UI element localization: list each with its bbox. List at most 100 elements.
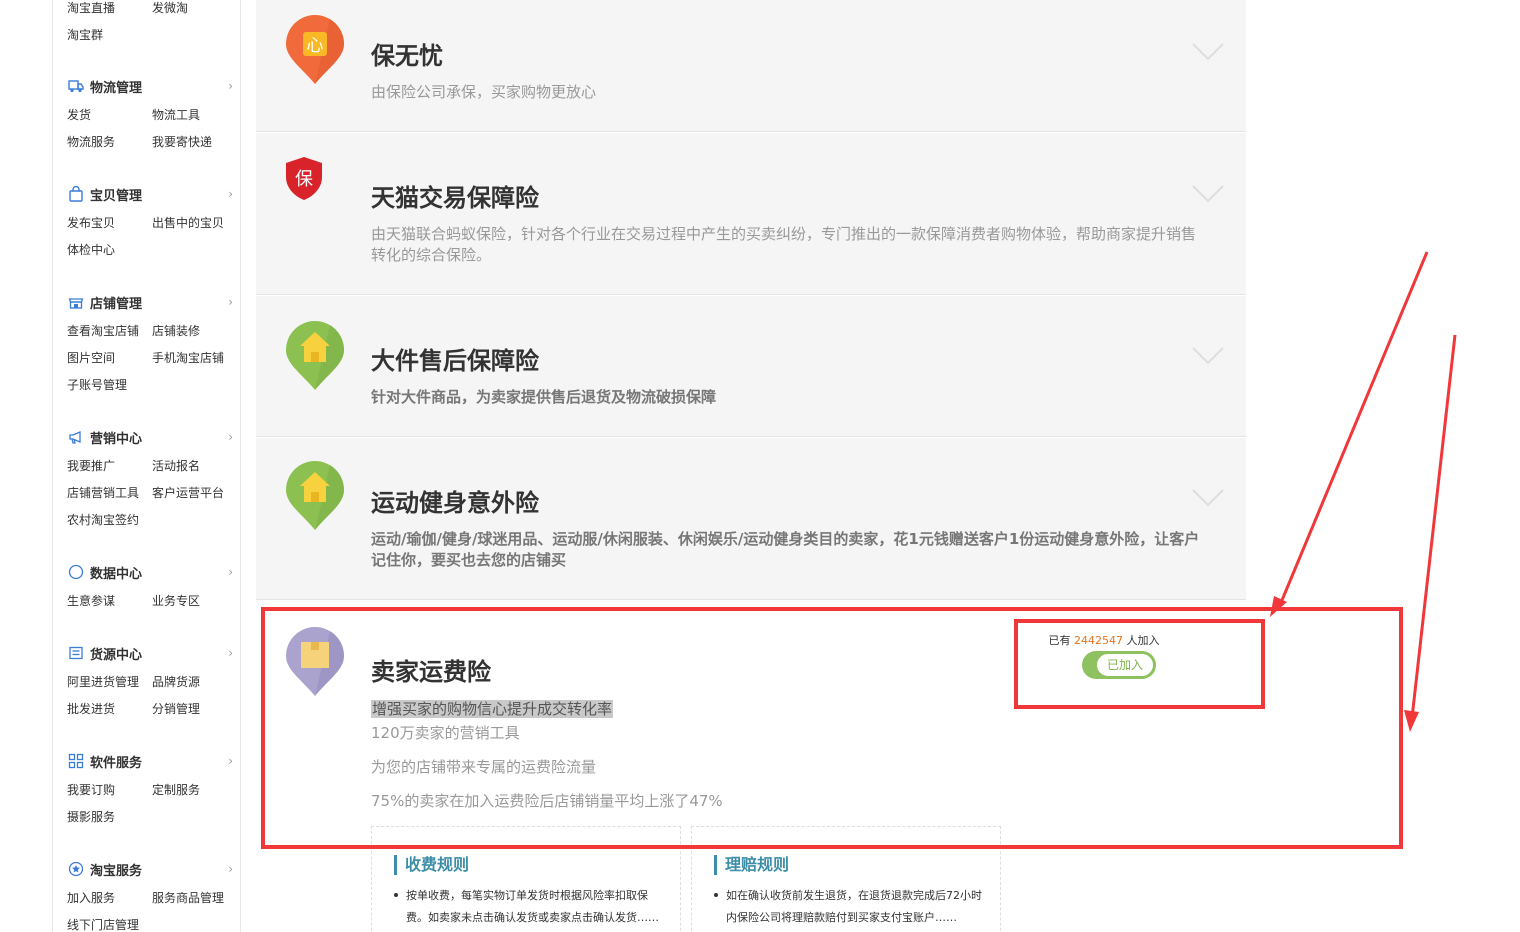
sidebar-group-header[interactable]: 店铺管理 › <box>67 292 237 312</box>
insurance-card-baowuyou[interactable]: 心 保无忧 由保险公司承保，买家购物更放心 <box>256 0 1246 132</box>
sidebar-item[interactable]: 阿里进货管理 <box>67 673 139 690</box>
annotation-arrowhead <box>1404 710 1419 732</box>
sidebar-item[interactable]: 体检中心 <box>67 241 115 258</box>
shield-icon: 保 <box>286 157 322 200</box>
fee-rules-text: 按单收费，每笔实物订单发货时根据风险率扣取保费。如卖家未点击确认发货或卖家点击确… <box>406 889 659 924</box>
card-title: 天猫交易保障险 <box>371 185 539 212</box>
sidebar-item[interactable]: 图片空间 <box>67 349 115 366</box>
truck-icon <box>67 78 85 94</box>
supply-icon <box>67 645 85 661</box>
sidebar-item[interactable]: 客户运营平台 <box>152 484 224 501</box>
chevron-right-icon: › <box>228 430 233 444</box>
house-icon <box>286 321 345 390</box>
sidebar-group-service: 淘宝服务 › 加入服务 服务商品管理 线下门店管理 <box>67 859 237 932</box>
fee-rules-title: 收费规则 <box>394 855 469 875</box>
sidebar-item[interactable]: 物流工具 <box>152 106 200 123</box>
sidebar-group-title: 宝贝管理 <box>90 188 143 204</box>
icon-glyph: 心 <box>307 36 324 56</box>
sidebar-group-items: 宝贝管理 › 发布宝贝 出售中的宝贝 体检中心 <box>67 184 237 257</box>
sidebar-link-taobao-group[interactable]: 淘宝群 <box>67 26 103 43</box>
sidebar-item[interactable]: 店铺装修 <box>152 322 200 339</box>
sidebar-group-title: 货源中心 <box>90 647 143 663</box>
card-description: 针对大件商品，为卖家提供售后退货及物流破损保障 <box>371 388 717 406</box>
sidebar-item[interactable]: 活动报名 <box>152 457 200 474</box>
annotation-arrow-line <box>1278 251 1429 606</box>
sidebar-group-header[interactable]: 宝贝管理 › <box>67 184 237 204</box>
sidebar-item[interactable]: 手机淘宝店铺 <box>152 349 224 366</box>
card-title: 大件售后保障险 <box>371 348 539 375</box>
sidebar-group-supply: 货源中心 › 阿里进货管理 品牌货源 批发进货 分销管理 <box>67 643 237 716</box>
sidebar-item[interactable]: 我要订购 <box>67 781 115 798</box>
sidebar-item[interactable]: 品牌货源 <box>152 673 200 690</box>
sidebar-item[interactable]: 我要寄快递 <box>152 133 212 150</box>
sidebar-item[interactable]: 线下门店管理 <box>67 916 139 932</box>
sidebar-group-header[interactable]: 物流管理 › <box>67 76 237 96</box>
card-description: 由保险公司承保，买家购物更放心 <box>371 83 597 101</box>
sidebar-group-title: 软件服务 <box>90 755 143 771</box>
chevron-right-icon: › <box>228 862 233 876</box>
chevron-right-icon: › <box>228 754 233 768</box>
sidebar-item[interactable]: 业务专区 <box>152 592 200 609</box>
chevron-down-icon[interactable] <box>1192 346 1224 366</box>
left-sidebar: 淘宝直播 发微淘 淘宝群 物流管理 › 发货 物流工具 物流服务 我要寄快递 宝… <box>52 0 241 932</box>
card-description: 运动/瑜伽/健身/球迷用品、运动服/休闲服装、休闲娱乐/运动健身类目的卖家，花1… <box>371 530 1200 569</box>
house-icon <box>286 461 345 530</box>
sidebar-item[interactable]: 加入服务 <box>67 889 115 906</box>
card-title: 运动健身意外险 <box>371 490 539 517</box>
chevron-down-icon[interactable] <box>1192 184 1224 204</box>
sidebar-group-header[interactable]: 数据中心 › <box>67 562 237 582</box>
claim-rules-text: 如在确认收货前发生退货，在退货退款完成后72小时内保险公司将理赔款赔付到买家支付… <box>726 889 982 924</box>
card-title: 保无忧 <box>371 43 443 70</box>
megaphone-icon <box>67 429 85 445</box>
chevron-right-icon: › <box>228 646 233 660</box>
annotation-box-small <box>1014 619 1265 709</box>
sidebar-item[interactable]: 店铺营销工具 <box>67 484 139 501</box>
insurance-card-large-item[interactable]: 大件售后保障险 针对大件商品，为卖家提供售后退货及物流破损保障 <box>256 296 1246 437</box>
compass-icon <box>67 564 85 580</box>
sidebar-group-title: 店铺管理 <box>90 296 143 312</box>
claim-rules-title: 理赔规则 <box>714 855 789 875</box>
sidebar-group-title: 淘宝服务 <box>90 863 143 879</box>
sidebar-item[interactable]: 批发进货 <box>67 700 115 717</box>
chevron-right-icon: › <box>228 79 233 93</box>
sidebar-group-header[interactable]: 软件服务 › <box>67 751 237 771</box>
sidebar-item[interactable]: 物流服务 <box>67 133 115 150</box>
chevron-right-icon: › <box>228 565 233 579</box>
sidebar-group-header[interactable]: 淘宝服务 › <box>67 859 237 879</box>
apps-icon <box>67 753 85 769</box>
sidebar-item[interactable]: 生意参谋 <box>67 592 115 609</box>
sidebar-group-store: 店铺管理 › 查看淘宝店铺 店铺装修 图片空间 手机淘宝店铺 子账号管理 <box>67 292 237 392</box>
sidebar-item[interactable]: 查看淘宝店铺 <box>67 322 139 339</box>
sidebar-group-header[interactable]: 货源中心 › <box>67 643 237 663</box>
sidebar-item[interactable]: 定制服务 <box>152 781 200 798</box>
sidebar-item[interactable]: 子账号管理 <box>67 376 127 393</box>
insurance-card-sports[interactable]: 运动健身意外险 运动/瑜伽/健身/球迷用品、运动服/休闲服装、休闲娱乐/运动健身… <box>256 438 1246 600</box>
bullet-icon <box>714 893 718 897</box>
chevron-down-icon[interactable] <box>1192 42 1224 62</box>
insurance-card-tmall[interactable]: 保 天猫交易保障险 由天猫联合蚂蚁保险，针对各个行业在交易过程中产生的买卖纠纷，… <box>256 133 1246 295</box>
sidebar-item[interactable]: 分销管理 <box>152 700 200 717</box>
sidebar-group-title: 物流管理 <box>90 80 143 96</box>
sidebar-group-software: 软件服务 › 我要订购 定制服务 摄影服务 <box>67 751 237 824</box>
icon-glyph: 保 <box>295 169 313 190</box>
chevron-right-icon: › <box>228 295 233 309</box>
sidebar-item[interactable]: 服务商品管理 <box>152 889 224 906</box>
card-description: 由天猫联合蚂蚁保险，针对各个行业在交易过程中产生的买卖纠纷，专门推出的一款保障消… <box>371 225 1197 264</box>
sidebar-item[interactable]: 农村淘宝签约 <box>67 511 139 528</box>
store-icon <box>67 294 85 310</box>
sidebar-item[interactable]: 出售中的宝贝 <box>152 214 224 231</box>
bullet-icon <box>394 893 398 897</box>
sidebar-link-weitao[interactable]: 发微淘 <box>152 0 188 16</box>
sidebar-item[interactable]: 发布宝贝 <box>67 214 115 231</box>
sidebar-group-marketing: 营销中心 › 我要推广 活动报名 店铺营销工具 客户运营平台 农村淘宝签约 <box>67 427 237 527</box>
sidebar-group-logistics: 物流管理 › 发货 物流工具 物流服务 我要寄快递 <box>67 76 237 149</box>
sidebar-item[interactable]: 发货 <box>67 106 91 123</box>
sidebar-group-title: 数据中心 <box>90 566 143 582</box>
sidebar-group-header[interactable]: 营销中心 › <box>67 427 237 447</box>
annotation-arrow-line <box>1410 334 1457 719</box>
sidebar-item[interactable]: 我要推广 <box>67 457 115 474</box>
sidebar-item[interactable]: 摄影服务 <box>67 808 115 825</box>
chevron-down-icon[interactable] <box>1192 488 1224 508</box>
sidebar-group-title: 营销中心 <box>90 431 143 447</box>
sidebar-link-taobao-live[interactable]: 淘宝直播 <box>67 0 115 16</box>
